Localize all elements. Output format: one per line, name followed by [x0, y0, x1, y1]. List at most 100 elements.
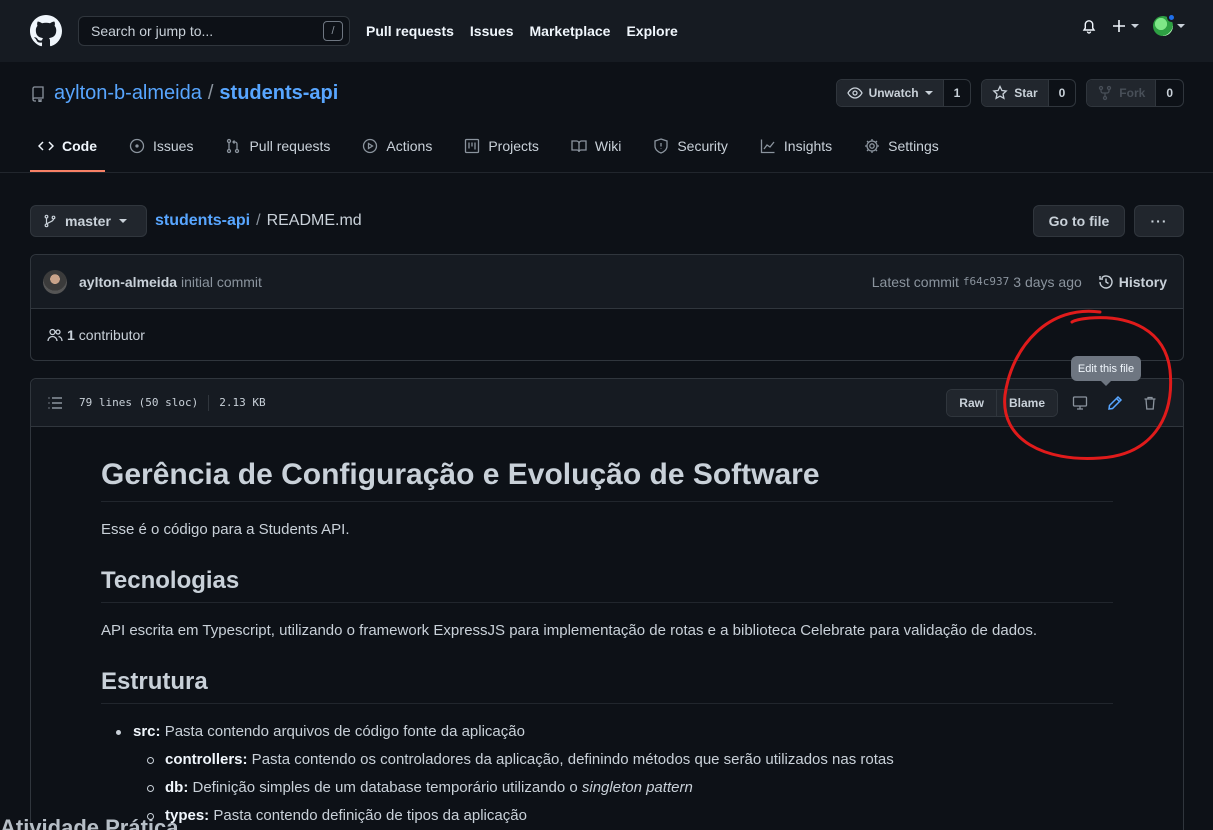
raw-blame-group: Raw Blame — [946, 388, 1058, 417]
avatar — [1153, 13, 1176, 36]
file-size: 2.13 KB — [219, 396, 266, 409]
commit-meta: Latest commit f64c937 3 days ago History — [872, 274, 1167, 290]
list-desc-src: Pasta contendo arquivos de código fonte … — [160, 723, 525, 740]
tab-projects[interactable]: Projects — [456, 122, 547, 172]
delete-file-button[interactable] — [1132, 389, 1167, 417]
repo-name-link[interactable]: students-api — [219, 82, 338, 105]
history-label: History — [1118, 273, 1167, 290]
fork-icon — [1099, 85, 1112, 101]
issue-icon — [129, 138, 145, 154]
tab-wiki[interactable]: Wiki — [563, 122, 629, 172]
tab-pull-requests[interactable]: Pull requests — [217, 122, 338, 172]
latest-commit-row: aylton-almeida initial commit Latest com… — [31, 255, 1183, 309]
star-button[interactable]: Star — [982, 80, 1048, 106]
file-actions: Raw Blame — [946, 388, 1167, 417]
commit-author[interactable]: aylton-almeida — [79, 274, 177, 290]
avatar[interactable] — [43, 269, 67, 294]
edit-file-button[interactable] — [1097, 389, 1132, 417]
contributors-count: 1 — [67, 327, 75, 343]
list-desc-db: Definição simples de um database temporá… — [188, 779, 582, 796]
tab-code-label: Code — [62, 138, 97, 154]
tab-security-label: Security — [677, 138, 728, 154]
code-icon — [38, 141, 54, 151]
desktop-button[interactable] — [1062, 389, 1097, 417]
commit-box: aylton-almeida initial commit Latest com… — [30, 254, 1184, 361]
readme-tech-text: API escrita em Typescript, utilizando o … — [101, 622, 1038, 639]
create-new-menu[interactable] — [1111, 18, 1139, 34]
latest-commit-label: Latest commit — [871, 273, 959, 290]
user-menu[interactable] — [1153, 13, 1185, 36]
bell-icon[interactable] — [1081, 18, 1097, 34]
unwatch-label: Unwatch — [868, 86, 919, 100]
blame-button[interactable]: Blame — [995, 389, 1057, 416]
graph-icon — [760, 139, 775, 154]
go-to-file-button[interactable]: Go to file — [1033, 205, 1125, 237]
breadcrumb-separator: / — [256, 212, 261, 229]
desktop-icon — [1072, 395, 1087, 410]
file-lines: 79 lines (50 sloc) — [79, 396, 199, 409]
fork-count[interactable]: 0 — [1155, 80, 1183, 106]
tab-pull-requests-label: Pull requests — [249, 138, 331, 154]
history-icon — [1099, 274, 1113, 289]
nav-pull-requests[interactable]: Pull requests — [366, 23, 454, 39]
global-nav: Pull requests Issues Marketplace Explore — [366, 23, 694, 39]
overlapping-window-text: Atividade Prática — [0, 815, 179, 830]
watch-count[interactable]: 1 — [942, 80, 971, 106]
readme-heading-structure: Estrutura — [101, 667, 1113, 704]
commit-message[interactable]: initial commit — [181, 274, 262, 290]
tab-settings-label: Settings — [888, 138, 939, 154]
list-desc-types: Pasta contendo definição de tipos da apl… — [209, 807, 527, 824]
list-item: src: Pasta contendo arquivos de código f… — [101, 720, 1113, 828]
star-icon — [992, 85, 1008, 100]
list-item: controllers: Pasta contendo os controlad… — [133, 748, 1113, 772]
repo-owner-link[interactable]: aylton-b-almeida — [54, 82, 202, 105]
commit-sha[interactable]: f64c937 — [963, 275, 1009, 288]
tab-issues[interactable]: Issues — [121, 122, 201, 172]
nav-explore[interactable]: Explore — [626, 23, 677, 39]
nav-marketplace[interactable]: Marketplace — [530, 23, 611, 39]
shield-icon — [654, 138, 668, 154]
branch-icon — [44, 214, 56, 228]
more-options-button[interactable]: ··· — [1134, 205, 1184, 237]
star-count[interactable]: 0 — [1047, 80, 1076, 106]
list-desc-controllers: Pasta contendo os controladores da aplic… — [247, 751, 894, 768]
branch-select-button[interactable]: master — [30, 205, 147, 237]
history-link[interactable]: History — [1098, 274, 1167, 290]
project-icon — [465, 138, 480, 154]
branch-name: master — [65, 213, 111, 229]
tab-code[interactable]: Code — [30, 122, 105, 172]
nav-issues[interactable]: Issues — [470, 23, 514, 39]
repo-actions: Unwatch 1 Star 0 Fork 0 — [835, 79, 1184, 107]
readme-heading-tech: Tecnologias — [101, 566, 1113, 603]
github-logo-icon[interactable] — [30, 15, 62, 47]
contributors-row[interactable]: 1 contributor — [31, 309, 1183, 361]
readme-title: Gerência de Configuração e Evolução de S… — [101, 457, 1113, 502]
tab-insights[interactable]: Insights — [752, 122, 840, 172]
tab-actions[interactable]: Actions — [354, 122, 440, 172]
raw-button[interactable]: Raw — [947, 389, 996, 416]
edit-file-tooltip: Edit this file — [1071, 356, 1141, 386]
book-icon — [571, 140, 587, 153]
tab-settings[interactable]: Settings — [856, 122, 947, 172]
repo-tabs: Code Issues Pull requests Actions Projec… — [30, 122, 963, 172]
star-label: Star — [1014, 86, 1038, 100]
structure-list: src: Pasta contendo arquivos de código f… — [101, 720, 1113, 828]
fork-button[interactable]: Fork — [1087, 80, 1156, 106]
search-placeholder: Search or jump to... — [91, 23, 214, 39]
breadcrumb-repo-link[interactable]: students-api — [155, 212, 250, 230]
list-item: db: Definição simples de um database tem… — [133, 776, 1113, 800]
list-emphasis-db: singleton pattern — [581, 779, 693, 796]
chevron-down-icon — [118, 219, 127, 223]
tab-issues-label: Issues — [153, 138, 194, 154]
breadcrumb: students-api / README.md — [155, 212, 362, 230]
tab-security[interactable]: Security — [645, 122, 736, 172]
people-icon — [47, 328, 63, 342]
list-term-controllers: controllers: — [165, 751, 248, 768]
watch-button-group: Unwatch 1 — [835, 79, 972, 107]
search-input[interactable]: Search or jump to... / — [78, 16, 350, 46]
readme-intro: Esse é o código para a Students API. — [101, 521, 350, 538]
divider — [208, 394, 210, 411]
eye-icon — [846, 87, 863, 99]
unwatch-button[interactable]: Unwatch — [836, 80, 943, 106]
list-icon[interactable] — [47, 395, 63, 411]
